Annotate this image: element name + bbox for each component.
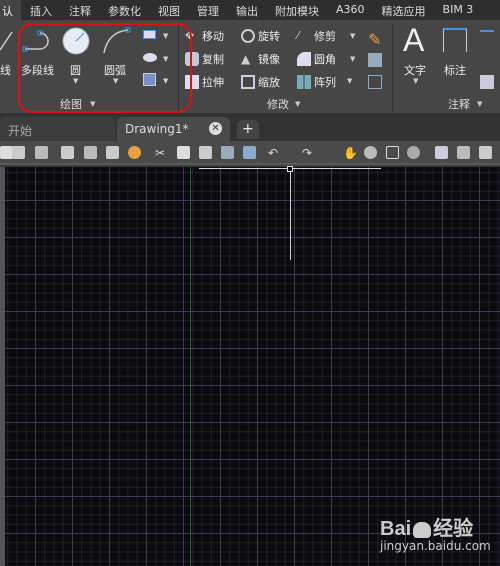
tab-featured-apps[interactable]: 精选应用: [373, 0, 434, 20]
scale-icon: [241, 75, 255, 89]
save-icon[interactable]: [35, 146, 48, 159]
block-icon[interactable]: [243, 146, 256, 159]
chevron-down-icon[interactable]: ▼: [350, 55, 355, 63]
divider: [392, 24, 393, 112]
zoom-previous-icon[interactable]: [407, 146, 420, 159]
mirror-button[interactable]: ▲ 镜像: [241, 51, 280, 67]
dimension-button[interactable]: 标注: [444, 62, 466, 78]
linear-dim-icon[interactable]: [480, 30, 494, 44]
crosshair-vertical: [290, 168, 291, 260]
new-tab-button[interactable]: +: [237, 120, 259, 139]
document-tabs: 开始 Drawing1* ✕ +: [0, 113, 500, 141]
design-center-icon[interactable]: [457, 146, 470, 159]
stretch-label: 拉伸: [202, 76, 224, 89]
tab-output[interactable]: 输出: [227, 0, 266, 20]
erase-icon[interactable]: ✎: [368, 30, 382, 49]
draw-panel-highlight: [18, 23, 192, 113]
text-icon: A: [403, 22, 425, 58]
print-preview-icon[interactable]: [84, 146, 97, 159]
quick-toolbar: ✂ ↶ ↷ ✋: [0, 141, 500, 165]
scale-button[interactable]: 缩放: [241, 74, 280, 90]
chevron-down-icon[interactable]: ▼: [295, 100, 300, 108]
zoom-realtime-icon[interactable]: [364, 146, 377, 159]
text-button[interactable]: 文字: [404, 62, 426, 78]
chevron-down-icon[interactable]: ▼: [477, 100, 482, 108]
tab-drawing1[interactable]: Drawing1* ✕: [117, 117, 230, 141]
annotation-panel-title[interactable]: 注释: [448, 96, 470, 112]
tab-parametric[interactable]: 参数化: [99, 0, 149, 20]
explode-icon[interactable]: [368, 53, 382, 67]
pan-icon[interactable]: ✋: [343, 146, 358, 160]
copy-clip-icon[interactable]: [177, 146, 190, 159]
baidu-watermark: Bai 经验 jingyan.baidu.com: [380, 512, 491, 553]
watermark-logo: Bai 经验: [380, 518, 474, 540]
table-icon[interactable]: [480, 75, 494, 89]
dimension-icon: [443, 28, 467, 52]
close-icon[interactable]: ✕: [209, 122, 222, 135]
rotate-label: 旋转: [258, 30, 280, 43]
zoom-window-icon[interactable]: [386, 146, 399, 159]
publish-icon[interactable]: [128, 146, 141, 159]
offset-icon[interactable]: [368, 75, 382, 89]
menu-bar: 认 插入 注释 参数化 视图 管理 输出 附加模块 A360 精选应用 BIM …: [0, 0, 500, 20]
line-icon: [0, 31, 13, 51]
mirror-label: 镜像: [258, 53, 280, 66]
chevron-down-icon[interactable]: ▼: [350, 32, 355, 40]
rotate-icon: [241, 29, 255, 43]
chevron-down-icon[interactable]: ▼: [347, 77, 352, 85]
y-axis-line: [190, 167, 191, 566]
tool-palettes-icon[interactable]: [479, 146, 492, 159]
properties-icon[interactable]: [435, 146, 448, 159]
undo-icon[interactable]: ↶: [268, 146, 281, 160]
tab-manage[interactable]: 管理: [188, 0, 227, 20]
array-button[interactable]: 阵列: [297, 74, 336, 90]
print-icon[interactable]: [61, 146, 74, 159]
tab-a360[interactable]: A360: [327, 0, 373, 20]
tab-insert[interactable]: 插入: [21, 0, 60, 20]
chevron-down-icon[interactable]: ▼: [413, 77, 418, 85]
tab-annotate[interactable]: 注释: [60, 0, 99, 20]
paste-icon[interactable]: [199, 146, 212, 159]
fillet-button[interactable]: 圆角: [297, 51, 336, 67]
scale-label: 缩放: [258, 76, 280, 89]
trim-button[interactable]: ⁄ 修剪: [297, 28, 336, 44]
tab-start[interactable]: 开始: [0, 117, 115, 141]
crosshair-pickbox: [287, 166, 293, 172]
watermark-url: jingyan.baidu.com: [380, 539, 491, 553]
rotate-button[interactable]: 旋转: [241, 28, 280, 44]
array-label: 阵列: [314, 76, 336, 89]
array-icon: [297, 75, 311, 89]
match-properties-icon[interactable]: [221, 146, 234, 159]
tab-bim[interactable]: BIM 3: [434, 0, 482, 20]
tab-drawing1-label: Drawing1*: [125, 122, 189, 136]
mirror-icon: ▲: [241, 52, 251, 66]
trim-icon: ⁄: [297, 29, 299, 42]
plot-icon[interactable]: [106, 146, 119, 159]
open-icon[interactable]: [12, 146, 25, 159]
tab-addins[interactable]: 附加模块: [266, 0, 327, 20]
line-button[interactable]: 线: [0, 62, 11, 78]
trim-label: 修剪: [314, 30, 336, 43]
drawing-canvas[interactable]: [5, 167, 500, 566]
redo-icon[interactable]: ↷: [302, 146, 315, 160]
move-label: 移动: [202, 30, 224, 43]
tab-view[interactable]: 视图: [149, 0, 188, 20]
fillet-icon: [297, 52, 311, 66]
tab-default[interactable]: 认: [0, 0, 21, 20]
fillet-label: 圆角: [314, 53, 336, 66]
cut-icon[interactable]: ✂: [155, 146, 168, 160]
modify-panel-title[interactable]: 修改: [267, 96, 289, 112]
copy-label: 复制: [202, 53, 224, 66]
